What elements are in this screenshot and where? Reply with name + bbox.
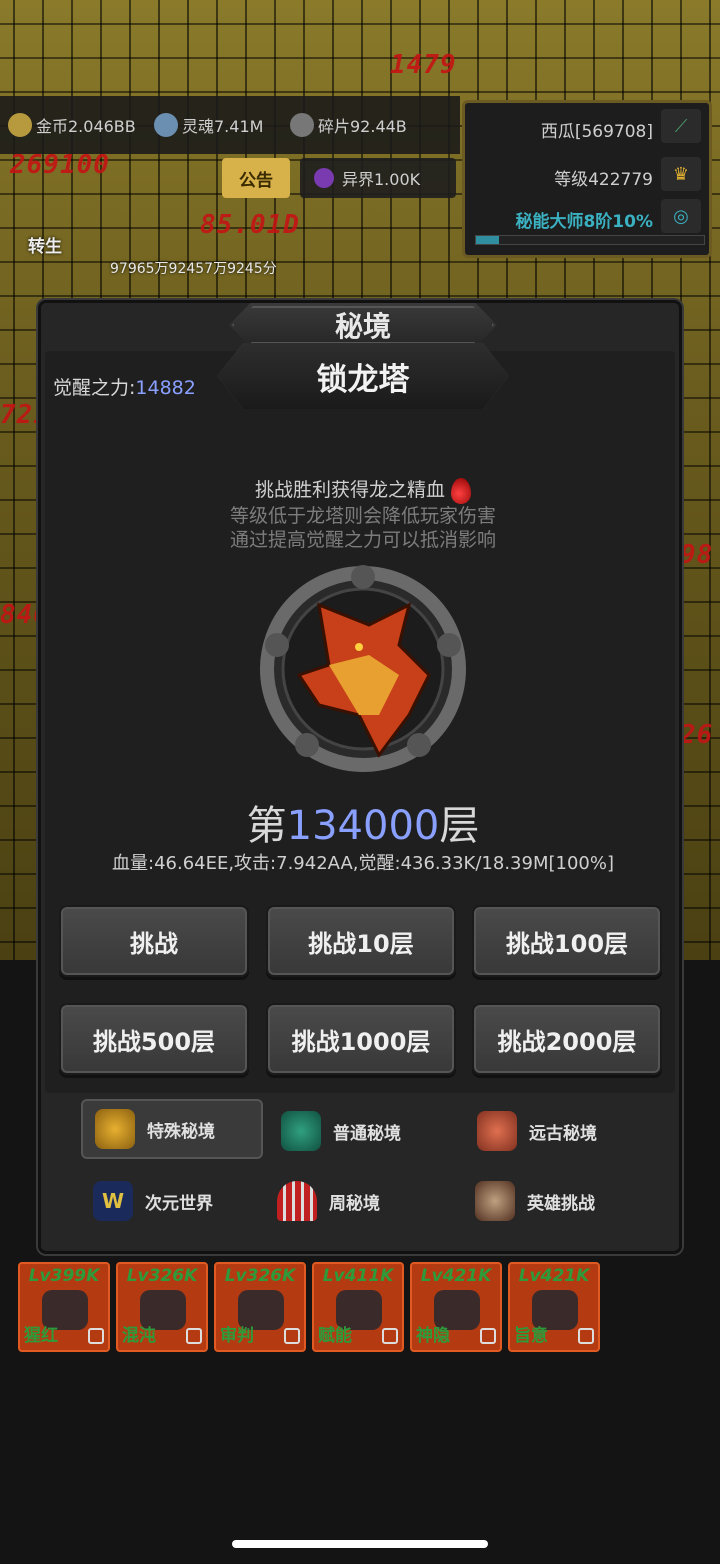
awaken-power: 觉醒之力:14882 [53, 377, 196, 399]
special-realm-icon [95, 1109, 135, 1149]
rank-progress-fill [476, 236, 499, 244]
slot-name: 混沌 [122, 1326, 156, 1346]
resource-bar: 金币2.046BB 灵魂7.41M 碎片92.44B [0, 96, 460, 154]
notice-button[interactable]: 公告 [222, 158, 290, 198]
skill-slot[interactable]: Lv399K 猩红 [18, 1262, 110, 1352]
floor-display: 第134000层 [246, 803, 480, 849]
crown-icon[interactable]: ♛ [661, 157, 701, 191]
skill-slot[interactable]: Lv421K 旨意 [508, 1262, 600, 1352]
tab-special-realm[interactable]: 特殊秘境 [81, 1099, 263, 1159]
damage-number: 1479 [390, 50, 457, 80]
slot-name: 审判 [220, 1326, 254, 1346]
score-line: 97965万92457万9245分 [110, 261, 277, 277]
rebirth-button[interactable]: 转生 [28, 232, 62, 257]
swirl-icon[interactable]: ◎ [661, 199, 701, 233]
damage-number: 26 [680, 720, 714, 750]
rank-progress-bar [475, 235, 705, 245]
tower-title: 锁龙塔 [217, 343, 509, 409]
counter-description: 通过提高觉醒之力可以抵消影响 [229, 529, 496, 551]
skill-slot[interactable]: Lv411K 赋能 [312, 1262, 404, 1352]
reward-description: 挑战胜利获得龙之精血 [41, 475, 685, 504]
slot-name: 旨意 [514, 1326, 548, 1346]
dragon-emblem [260, 565, 466, 772]
lock-icon [382, 1328, 398, 1344]
slot-name: 猩红 [24, 1326, 58, 1346]
slot-name: 赋能 [318, 1326, 352, 1346]
damage-number: 269100 [10, 150, 110, 180]
damage-number: 85.01D [200, 210, 300, 240]
tab-ancient-realm[interactable]: 远古秘境 [477, 1101, 597, 1161]
skill-slots: Lv399K 猩红 Lv326K 混沌 Lv326K 审判 Lv411K 赋能 … [18, 1262, 600, 1352]
tab-weekly-realm[interactable]: 周秘境 [277, 1171, 380, 1231]
tab-hero-challenge[interactable]: 英雄挑战 [475, 1171, 595, 1231]
boss-stats: 血量:46.64EE,攻击:7.942AA,觉醒:436.33K/18.39M[… [112, 853, 614, 874]
penalty-description: 等级低于龙塔则会降低玩家伤害 [229, 505, 496, 527]
challenge-button[interactable]: 挑战 [59, 905, 249, 977]
home-indicator[interactable] [232, 1540, 488, 1548]
normal-realm-icon [281, 1111, 321, 1151]
gold-resource: 金币2.046BB [8, 110, 136, 140]
challenge-2000-button[interactable]: 挑战2000层 [472, 1003, 662, 1075]
player-card[interactable]: 西瓜[569708] ⟋ 等级422779 ♛ 秘能大师8阶10% ◎ [462, 100, 712, 258]
challenge-500-button[interactable]: 挑战500层 [59, 1003, 249, 1075]
challenge-1000-button[interactable]: 挑战1000层 [266, 1003, 456, 1075]
player-rank: 秘能大师8阶10% [515, 212, 653, 232]
challenge-10-button[interactable]: 挑战10层 [266, 905, 456, 977]
slot-level: Lv411K [322, 1266, 394, 1286]
weekly-realm-icon [277, 1181, 317, 1221]
shard-icon [290, 113, 314, 137]
claw-icon[interactable]: ⟋ [661, 109, 701, 143]
player-level: 等级422779 [554, 170, 653, 190]
ancient-realm-icon [477, 1111, 517, 1151]
tab-dimension-world[interactable]: W 次元世界 [93, 1171, 213, 1231]
secret-realm-dialog: 秘境 觉醒之力:14882 锁龙塔 挑战胜利获得龙之精血 等级低于龙塔则会降低玩… [38, 300, 682, 1254]
hero-challenge-icon [475, 1181, 515, 1221]
challenge-100-button[interactable]: 挑战100层 [472, 905, 662, 977]
floor-number: 134000 [286, 803, 440, 849]
tab-normal-realm[interactable]: 普通秘境 [281, 1101, 401, 1161]
dialog-title: 秘境 [229, 303, 497, 347]
slot-level: Lv421K [518, 1266, 590, 1286]
slot-level: Lv399K [28, 1266, 100, 1286]
gold-coin-icon [8, 113, 32, 137]
player-name: 西瓜[569708] [540, 122, 653, 142]
otherworld-resource[interactable]: 异界1.00K [300, 158, 456, 198]
skill-slot[interactable]: Lv326K 审判 [214, 1262, 306, 1352]
awaken-power-value: 14882 [135, 377, 196, 399]
lock-icon [578, 1328, 594, 1344]
lock-icon [186, 1328, 202, 1344]
slot-name: 神隐 [416, 1326, 450, 1346]
slot-level: Lv326K [126, 1266, 198, 1286]
shard-resource: 碎片92.44B [290, 110, 407, 140]
skill-slot[interactable]: Lv326K 混沌 [116, 1262, 208, 1352]
slot-level: Lv421K [420, 1266, 492, 1286]
skill-slot[interactable]: Lv421K 神隐 [410, 1262, 502, 1352]
lock-icon [284, 1328, 300, 1344]
slot-level: Lv326K [224, 1266, 296, 1286]
portal-icon [314, 168, 334, 188]
dimension-world-icon: W [93, 1181, 133, 1221]
lock-icon [480, 1328, 496, 1344]
lock-icon [88, 1328, 104, 1344]
soul-resource: 灵魂7.41M [154, 110, 263, 140]
dragon-blood-icon [451, 477, 471, 504]
soul-icon [154, 113, 178, 137]
